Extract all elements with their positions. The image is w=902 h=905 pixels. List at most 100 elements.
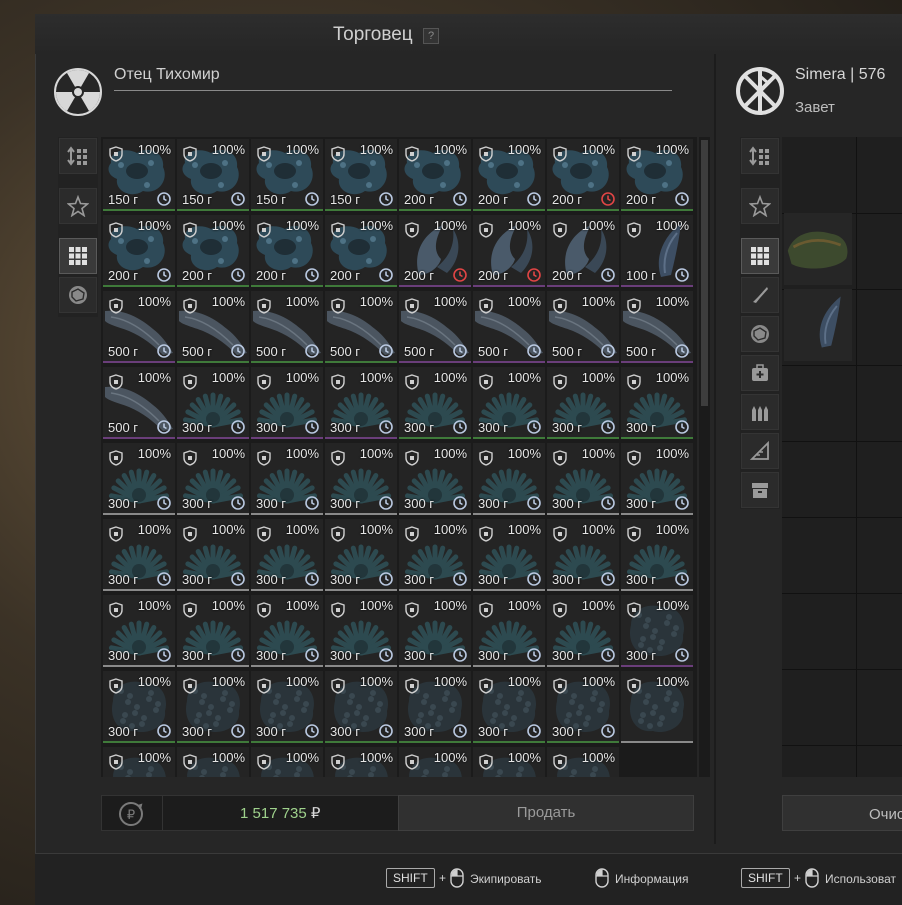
inventory-item[interactable]: 100%30 г xyxy=(784,213,852,285)
inventory-item[interactable]: 100% 200 г xyxy=(251,215,323,287)
inventory-item[interactable]: 100% 500 г xyxy=(325,291,397,363)
inventory-item[interactable]: 100% 500 г xyxy=(473,291,545,363)
player-tab-ruler[interactable] xyxy=(741,433,779,469)
help-button[interactable]: ? xyxy=(423,28,439,44)
player-inventory-grid[interactable]: 100%30 г100%100 г xyxy=(782,137,902,777)
trader-tab-artifact[interactable] xyxy=(59,277,97,313)
inventory-item[interactable]: 100% 300 г xyxy=(103,671,175,743)
player-tab-grid[interactable] xyxy=(741,238,779,274)
inventory-item[interactable]: 100% 300 г xyxy=(177,595,249,667)
trader-tab-sort[interactable] xyxy=(59,138,97,174)
clear-button[interactable]: Очис xyxy=(782,795,902,831)
inventory-item[interactable]: 100% 300 г xyxy=(399,671,471,743)
inventory-item[interactable]: 100% 500 г xyxy=(547,291,619,363)
inventory-item[interactable]: 100% xyxy=(621,671,693,743)
inventory-item[interactable]: 100% 200 г xyxy=(621,139,693,211)
inventory-item[interactable]: 100% 300 г xyxy=(399,443,471,515)
player-tab-ammo[interactable] xyxy=(741,394,779,430)
inventory-item[interactable]: 100% 500 г xyxy=(103,367,175,439)
inventory-item[interactable]: 100% 300 г xyxy=(251,367,323,439)
inventory-item[interactable]: 100% 500 г xyxy=(103,291,175,363)
container-icon xyxy=(752,483,768,498)
trader-tab-star[interactable] xyxy=(59,188,97,224)
inventory-item[interactable]: 100% 150 г xyxy=(325,139,397,211)
mouse-icon xyxy=(595,868,609,888)
player-tab-sort[interactable] xyxy=(741,138,779,174)
inventory-item[interactable]: 100% 300 г xyxy=(251,443,323,515)
inventory-item[interactable]: 100% 500 г xyxy=(621,291,693,363)
inventory-item[interactable]: 100% 300 г xyxy=(177,671,249,743)
inventory-item[interactable]: 100% 300 г xyxy=(473,671,545,743)
player-tab-star[interactable] xyxy=(741,188,779,224)
player-tab-knife[interactable] xyxy=(741,277,779,313)
inventory-item[interactable]: 100% xyxy=(177,747,249,777)
inventory-item[interactable]: 100%100 г xyxy=(784,289,852,361)
inventory-item[interactable]: 100% xyxy=(547,747,619,777)
trader-tab-grid[interactable] xyxy=(59,238,97,274)
mouse-icon xyxy=(805,868,819,888)
player-tab-artifact[interactable] xyxy=(741,316,779,352)
inventory-item[interactable]: 100% xyxy=(399,747,471,777)
item-weight: 500 г xyxy=(108,420,139,435)
trader-scrollbar-thumb[interactable] xyxy=(701,140,708,406)
inventory-item[interactable]: 100% 200 г xyxy=(399,215,471,287)
inventory-item[interactable]: 100% 300 г xyxy=(177,367,249,439)
inventory-item[interactable]: 100% 200 г xyxy=(399,139,471,211)
inventory-item[interactable]: 100% 300 г xyxy=(547,367,619,439)
inventory-item[interactable]: 100% 300 г xyxy=(325,595,397,667)
grid-line xyxy=(782,441,902,442)
inventory-item[interactable]: 100% 200 г xyxy=(325,215,397,287)
inventory-item[interactable]: 100% 300 г xyxy=(473,367,545,439)
inventory-item[interactable]: 100% 200 г xyxy=(547,139,619,211)
inventory-item[interactable]: 100% 300 г xyxy=(473,519,545,591)
inventory-item[interactable]: 100% 150 г xyxy=(103,139,175,211)
inventory-item[interactable]: 100% xyxy=(103,747,175,777)
trader-inventory-grid[interactable]: 100% 150 г 100% 150 г 100% 150 г 100% 150 г 100%… xyxy=(101,137,697,777)
inventory-item[interactable]: 100% 300 г xyxy=(325,519,397,591)
inventory-item[interactable]: 100% 200 г xyxy=(547,215,619,287)
inventory-item[interactable]: 100% 200 г xyxy=(473,139,545,211)
inventory-item[interactable]: 100% 500 г xyxy=(399,291,471,363)
inventory-item[interactable]: 100% 300 г xyxy=(325,443,397,515)
player-tab-container[interactable] xyxy=(741,472,779,508)
inventory-item[interactable]: 100% 300 г xyxy=(399,519,471,591)
inventory-item[interactable]: 100% 300 г xyxy=(547,671,619,743)
inventory-item[interactable]: 100%100 г xyxy=(621,215,693,287)
inventory-item[interactable]: 100% 300 г xyxy=(103,443,175,515)
player-tab-medkit[interactable] xyxy=(741,355,779,391)
inventory-item[interactable]: 100% 300 г xyxy=(251,595,323,667)
inventory-item[interactable]: 100% 300 г xyxy=(325,367,397,439)
inventory-item[interactable]: 100% 300 г xyxy=(473,595,545,667)
inventory-item[interactable]: 100% 500 г xyxy=(251,291,323,363)
inventory-item[interactable]: 100% 150 г xyxy=(177,139,249,211)
inventory-item[interactable]: 100% xyxy=(325,747,397,777)
sort-icon xyxy=(749,146,769,166)
inventory-item[interactable]: 100% 300 г xyxy=(325,671,397,743)
inventory-item[interactable]: 100% 300 г xyxy=(621,595,693,667)
inventory-item[interactable]: 100% 300 г xyxy=(621,443,693,515)
inventory-item[interactable]: 100% 300 г xyxy=(177,443,249,515)
inventory-item[interactable]: 100% 300 г xyxy=(621,367,693,439)
inventory-item[interactable]: 100% 300 г xyxy=(103,595,175,667)
inventory-item[interactable]: 100% 300 г xyxy=(399,595,471,667)
inventory-item[interactable]: 100% 300 г xyxy=(251,519,323,591)
inventory-item[interactable]: 100% 300 г xyxy=(103,519,175,591)
inventory-item[interactable]: 100% xyxy=(473,747,545,777)
inventory-item[interactable]: 100% 300 г xyxy=(621,519,693,591)
inventory-item[interactable]: 100% 300 г xyxy=(547,443,619,515)
inventory-item[interactable]: 100% 300 г xyxy=(547,595,619,667)
inventory-item[interactable]: 100% 300 г xyxy=(547,519,619,591)
inventory-item[interactable]: 100% 200 г xyxy=(473,215,545,287)
durability-shield-icon xyxy=(479,450,493,466)
item-condition: 100% xyxy=(433,370,467,385)
inventory-item[interactable]: 100% 300 г xyxy=(399,367,471,439)
inventory-item[interactable]: 100% 300 г xyxy=(177,519,249,591)
inventory-item[interactable]: 100% 150 г xyxy=(251,139,323,211)
inventory-item[interactable]: 100% 200 г xyxy=(103,215,175,287)
inventory-item[interactable]: 100% 500 г xyxy=(177,291,249,363)
inventory-item[interactable]: 100% 300 г xyxy=(473,443,545,515)
sell-button[interactable]: Продать xyxy=(398,795,694,831)
inventory-item[interactable]: 100% 200 г xyxy=(177,215,249,287)
inventory-item[interactable]: 100% xyxy=(251,747,323,777)
inventory-item[interactable]: 100% 300 г xyxy=(251,671,323,743)
